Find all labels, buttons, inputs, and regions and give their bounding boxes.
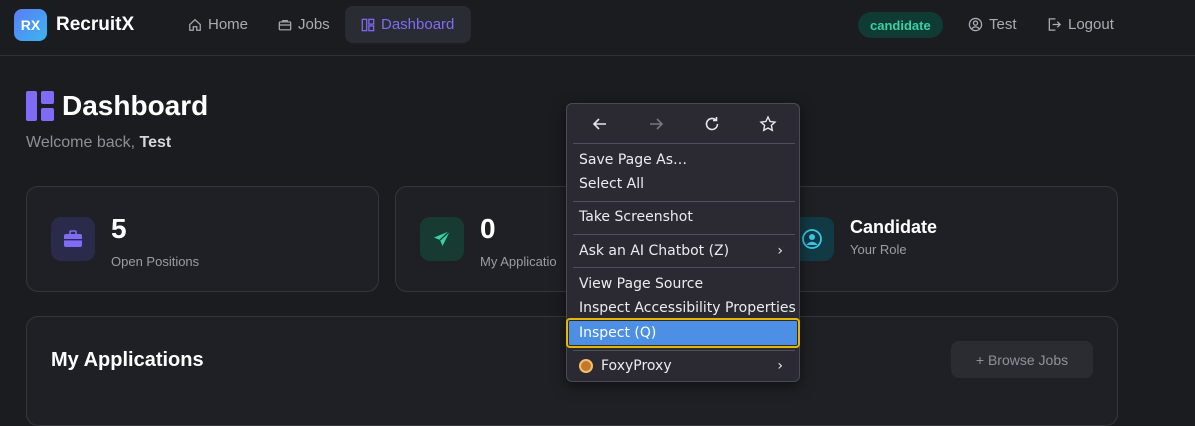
dashboard-icon bbox=[361, 18, 375, 31]
back-icon[interactable] bbox=[582, 112, 618, 136]
nav-jobs-link[interactable]: Jobs bbox=[262, 6, 346, 43]
section-title: My Applications bbox=[51, 349, 204, 371]
page-title: Dashboard bbox=[26, 90, 208, 122]
logout-button[interactable]: Logout bbox=[1047, 6, 1114, 43]
menu-item-inspect-accessibility[interactable]: Inspect Accessibility Properties bbox=[569, 296, 797, 320]
briefcase-outline-icon bbox=[278, 19, 292, 30]
menu-item-foxyproxy[interactable]: FoxyProxy › bbox=[569, 354, 797, 378]
menu-separator bbox=[573, 350, 795, 351]
menu-item-save-page[interactable]: Save Page As… bbox=[569, 148, 797, 172]
user-name: Test bbox=[989, 16, 1017, 33]
top-nav: RX RecruitX Home Jobs Dashboard candidat… bbox=[0, 0, 1195, 56]
menu-separator bbox=[573, 234, 795, 235]
nav-jobs-label: Jobs bbox=[298, 16, 330, 33]
logo[interactable]: RX bbox=[14, 9, 47, 41]
briefcase-icon bbox=[51, 217, 95, 261]
logout-label: Logout bbox=[1068, 16, 1114, 33]
nav-home-label: Home bbox=[208, 16, 249, 33]
submenu-arrow-icon: › bbox=[777, 358, 783, 374]
stat-value: 5 bbox=[111, 213, 127, 244]
brand-name[interactable]: RecruitX bbox=[56, 14, 134, 36]
menu-separator bbox=[573, 143, 795, 144]
welcome-text: Welcome back, Test bbox=[26, 134, 172, 151]
menu-item-ask-ai-chatbot[interactable]: Ask an AI Chatbot (Z) › bbox=[569, 239, 797, 263]
browse-jobs-button[interactable]: + Browse Jobs bbox=[951, 341, 1093, 378]
stat-label: My Applicatio bbox=[480, 254, 557, 269]
forward-icon[interactable] bbox=[638, 112, 674, 136]
role-badge: candidate bbox=[858, 12, 943, 38]
submenu-arrow-icon: › bbox=[777, 243, 783, 259]
menu-item-label: FoxyProxy bbox=[601, 358, 672, 374]
logout-icon bbox=[1048, 18, 1062, 31]
nav-dashboard-link[interactable]: Dashboard bbox=[345, 6, 471, 43]
menu-item-label: Ask an AI Chatbot (Z) bbox=[579, 243, 730, 259]
nav-home-link[interactable]: Home bbox=[172, 6, 264, 43]
home-icon bbox=[189, 18, 201, 31]
foxyproxy-icon bbox=[579, 359, 593, 373]
stat-label: Your Role bbox=[850, 242, 907, 257]
stat-value: 0 bbox=[480, 213, 496, 244]
menu-separator bbox=[573, 267, 795, 268]
send-icon bbox=[420, 217, 464, 261]
dashboard-icon bbox=[26, 91, 54, 121]
stat-value: Candidate bbox=[850, 217, 938, 237]
context-menu: Save Page As… Select All Take Screenshot… bbox=[566, 103, 800, 382]
welcome-name: Test bbox=[139, 134, 172, 151]
menu-item-inspect[interactable]: Inspect (Q) bbox=[566, 318, 800, 348]
reload-icon[interactable] bbox=[694, 112, 730, 136]
stat-card-role: Candidate Your Role bbox=[765, 186, 1118, 292]
nav-dashboard-label: Dashboard bbox=[381, 16, 455, 33]
user-icon bbox=[968, 17, 983, 32]
menu-item-select-all[interactable]: Select All bbox=[569, 172, 797, 196]
stat-label: Open Positions bbox=[111, 254, 200, 269]
menu-item-take-screenshot[interactable]: Take Screenshot bbox=[569, 205, 797, 229]
user-menu[interactable]: Test bbox=[968, 6, 1017, 43]
page-title-text: Dashboard bbox=[62, 90, 209, 121]
menu-item-view-source[interactable]: View Page Source bbox=[569, 272, 797, 296]
menu-separator bbox=[573, 201, 795, 202]
bookmark-icon[interactable] bbox=[750, 112, 786, 136]
stat-card-open-positions: 5 Open Positions bbox=[26, 186, 379, 292]
